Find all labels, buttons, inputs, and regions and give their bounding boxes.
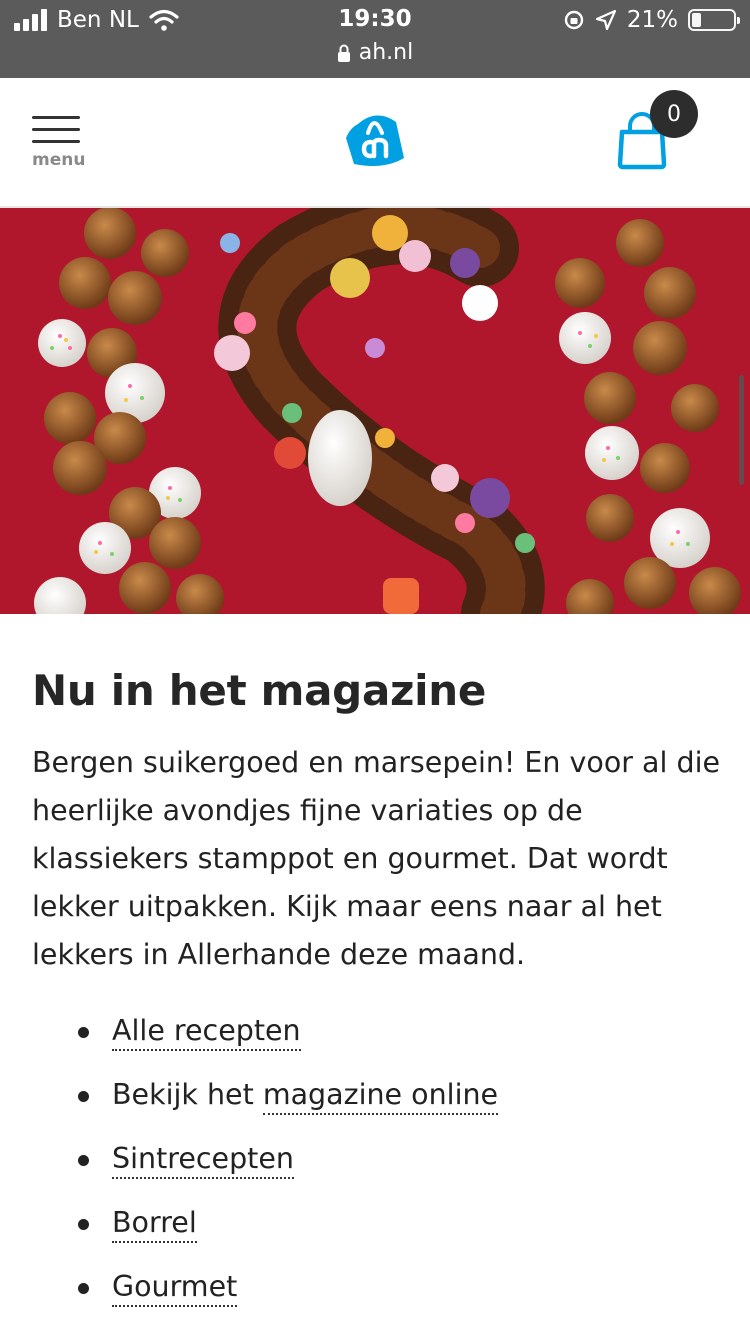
section-intro: Bergen suikergoed en marsepein! En voor … xyxy=(32,746,721,971)
magazine-links: Alle recepten Bekijk het magazine online… xyxy=(32,1009,722,1329)
status-bar: Ben NL 19:30 ah.nl 21% xyxy=(0,0,750,78)
list-item: Sintrecepten xyxy=(32,1137,722,1201)
menu-button[interactable]: menu xyxy=(32,116,86,172)
site-header: menu 0 xyxy=(0,78,750,208)
list-item: Gourmet xyxy=(32,1265,722,1329)
hero-image xyxy=(0,208,750,614)
list-item: Borrel xyxy=(32,1201,722,1265)
page-scrollbar[interactable] xyxy=(739,375,744,485)
hamburger-icon-bar xyxy=(32,128,80,131)
hero-illustration xyxy=(0,208,750,614)
link-all-recipes[interactable]: Alle recepten xyxy=(112,1014,301,1051)
cart-count-badge[interactable]: 0 xyxy=(650,90,698,138)
view-prefix-text: Bekijk het xyxy=(112,1078,263,1111)
menu-label: menu xyxy=(32,150,86,170)
link-sint-recipes[interactable]: Sintrecepten xyxy=(112,1142,294,1179)
location-arrow-icon xyxy=(595,9,616,31)
battery-icon xyxy=(688,9,740,31)
link-gourmet[interactable]: Gourmet xyxy=(112,1270,238,1307)
list-item: Bekijk het magazine online xyxy=(32,1073,722,1137)
link-magazine-online[interactable]: magazine online xyxy=(262,1078,499,1115)
albert-heijn-logo[interactable] xyxy=(344,108,408,172)
section-title: Nu in het magazine xyxy=(32,666,487,715)
address-bar[interactable]: ah.nl xyxy=(0,40,750,65)
magazine-section: Nu in het magazine Bergen suikergoed en … xyxy=(32,614,722,1329)
rotation-lock-icon xyxy=(564,10,584,30)
status-right: 21% xyxy=(563,7,740,33)
battery-percent: 21% xyxy=(626,7,678,33)
list-item: Alle recepten xyxy=(32,1009,722,1073)
url-text: ah.nl xyxy=(358,40,414,65)
lock-icon xyxy=(337,44,350,62)
link-borrel[interactable]: Borrel xyxy=(112,1206,197,1243)
hamburger-icon xyxy=(32,116,80,119)
hamburger-icon-bar xyxy=(32,140,80,143)
